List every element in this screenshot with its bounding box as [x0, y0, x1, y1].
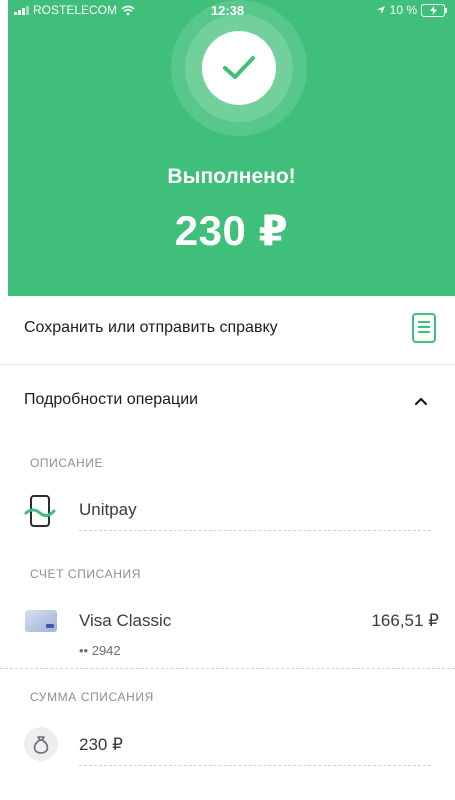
- save-receipt-label: Сохранить или отправить справку: [24, 319, 278, 336]
- card-name: Visa Classic: [79, 611, 172, 630]
- sum-section-label: СУММА СПИСАНИЯ: [30, 690, 154, 704]
- description-section-label: ОПИСАНИЕ: [30, 456, 104, 470]
- merchant-name: Unitpay: [79, 500, 137, 519]
- charging-bolt-icon: [429, 5, 437, 15]
- checkmark-icon: [223, 56, 255, 79]
- divider: [79, 530, 431, 531]
- sum-value: 230 ₽: [79, 735, 123, 754]
- card-icon: [25, 610, 57, 632]
- divider: [79, 765, 431, 766]
- money-bag-icon-wrap: [24, 727, 58, 761]
- location-arrow-icon: [376, 6, 385, 14]
- account-section-label: СЧЕТ СПИСАНИЯ: [30, 567, 142, 581]
- operation-details-toggle[interactable]: Подробности операции: [0, 365, 455, 433]
- status-bar: ROSTELECOM 12:38 10 %: [0, 0, 455, 22]
- success-badge: [202, 31, 276, 105]
- merchant-phone-icon: [24, 495, 56, 527]
- divider: [0, 668, 455, 669]
- battery-group: 10 %: [376, 3, 447, 17]
- card-balance: 166,51 ₽: [371, 611, 439, 630]
- money-bag-icon: [33, 736, 49, 754]
- card-number: •• 2942: [79, 643, 121, 658]
- chevron-up-icon: [414, 397, 428, 406]
- operation-details-label: Подробности операции: [24, 391, 199, 408]
- battery-percent: 10 %: [389, 3, 417, 17]
- success-title: Выполнено!: [167, 165, 296, 188]
- receipt-icon: [412, 313, 436, 343]
- battery-icon: [421, 3, 447, 17]
- save-receipt-row[interactable]: Сохранить или отправить справку: [0, 296, 455, 365]
- payment-amount: 230 ₽: [174, 207, 289, 254]
- success-header: Выполнено! 230 ₽: [8, 0, 455, 296]
